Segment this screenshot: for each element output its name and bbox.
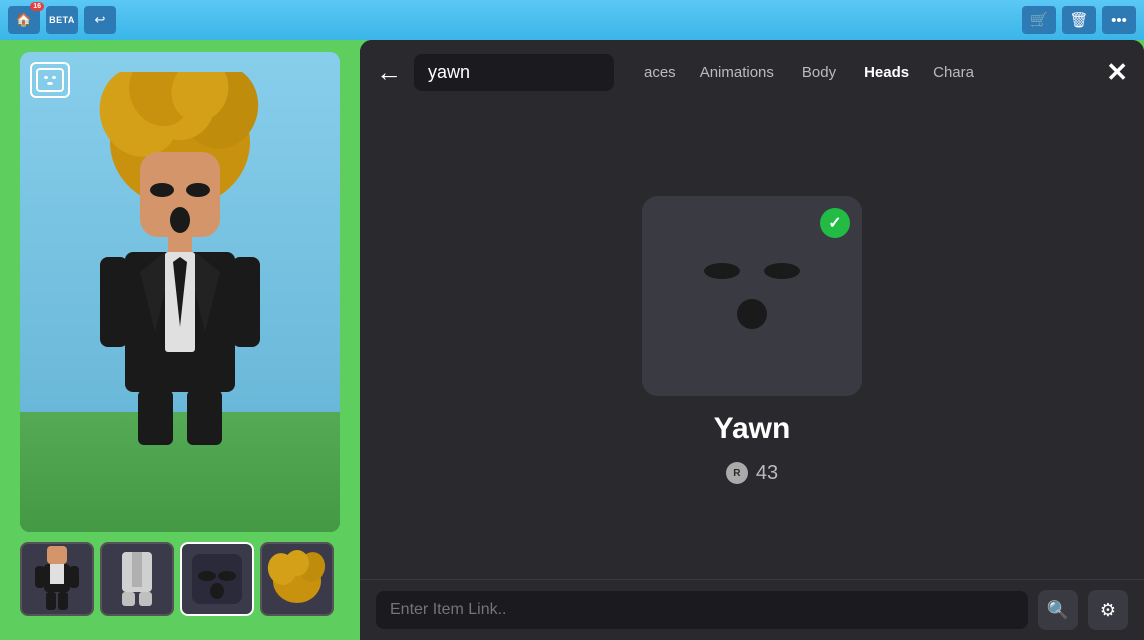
more-icon: ••• bbox=[1111, 12, 1127, 29]
face-outline-icon bbox=[36, 68, 64, 92]
cart-button[interactable]: 🛒 bbox=[1022, 6, 1056, 34]
left-panel bbox=[0, 40, 360, 640]
camera-overlay[interactable] bbox=[30, 62, 70, 98]
item-eye-left bbox=[704, 263, 740, 279]
item-display: ✓ Yawn R 43 bbox=[360, 101, 1144, 579]
price-value: 43 bbox=[756, 462, 778, 485]
top-bar: 🏠 16 BETA ↩ 🛒 🗑 ••• bbox=[0, 0, 1144, 40]
home-icon-btn[interactable]: 🏠 16 bbox=[8, 6, 40, 34]
right-panel: ← aces Animations Body Heads Chara ✕ ✓ bbox=[360, 40, 1144, 640]
tab-body[interactable]: Body bbox=[788, 56, 850, 89]
top-bar-left: 🏠 16 BETA ↩ bbox=[8, 6, 116, 34]
item-card: ✓ bbox=[642, 196, 862, 396]
settings-icon: ⚙ bbox=[1100, 600, 1116, 621]
item-link-input[interactable] bbox=[376, 591, 1028, 629]
thumb-full-char-svg bbox=[32, 544, 82, 614]
settings-button[interactable]: ⚙ bbox=[1088, 590, 1128, 630]
thumb-torso-svg bbox=[112, 544, 162, 614]
main-content: ← aces Animations Body Heads Chara ✕ ✓ bbox=[0, 40, 1144, 640]
zoom-button[interactable]: 🔍 bbox=[1038, 590, 1078, 630]
preview-eye-left bbox=[44, 76, 48, 79]
beta-label: BETA bbox=[49, 15, 75, 25]
avatar-preview bbox=[20, 52, 340, 532]
more-button[interactable]: ••• bbox=[1102, 6, 1136, 34]
thumb-hair-svg bbox=[267, 549, 327, 609]
top-bar-right: 🛒 🗑 ••• bbox=[1022, 6, 1136, 34]
tab-animations[interactable]: Animations bbox=[686, 56, 788, 89]
bottom-bar: 🔍 ⚙ bbox=[360, 579, 1144, 640]
close-button[interactable]: ✕ bbox=[1106, 57, 1128, 88]
back-history-btn[interactable]: ↩ bbox=[84, 6, 116, 34]
preview-eyes bbox=[44, 76, 56, 79]
preview-mouth bbox=[47, 82, 53, 85]
tab-faces-partial[interactable]: aces bbox=[634, 56, 686, 89]
search-input[interactable] bbox=[414, 54, 614, 91]
nav-tabs: aces Animations Body Heads Chara bbox=[634, 56, 1094, 89]
tab-characters-partial[interactable]: Chara bbox=[923, 56, 984, 89]
back-button[interactable]: ← bbox=[376, 57, 402, 88]
home-icon: 🏠 bbox=[16, 12, 32, 28]
item-face-graphic bbox=[704, 263, 800, 329]
thumbnail-face[interactable] bbox=[180, 542, 254, 616]
character-svg bbox=[80, 72, 280, 452]
back-history-icon: ↩ bbox=[95, 12, 106, 28]
preview-eye-right bbox=[52, 76, 56, 79]
thumbnail-full-char[interactable] bbox=[20, 542, 94, 616]
thumbnail-hair[interactable] bbox=[260, 542, 334, 616]
item-name: Yawn bbox=[714, 412, 791, 446]
trash-button[interactable]: 🗑 bbox=[1062, 6, 1096, 34]
trash-icon: 🗑 bbox=[1069, 11, 1088, 29]
item-price: R 43 bbox=[726, 462, 778, 485]
tab-heads[interactable]: Heads bbox=[850, 56, 923, 89]
item-mouth bbox=[737, 299, 767, 329]
thumbnail-strip bbox=[20, 542, 340, 616]
zoom-icon: 🔍 bbox=[1047, 600, 1069, 621]
item-eye-right bbox=[764, 263, 800, 279]
cart-icon: 🛒 bbox=[1030, 11, 1049, 29]
notification-badge: 16 bbox=[30, 2, 44, 11]
beta-badge-btn[interactable]: BETA bbox=[46, 6, 78, 34]
thumbnail-torso[interactable] bbox=[100, 542, 174, 616]
selected-checkmark: ✓ bbox=[820, 208, 850, 238]
search-nav-bar: ← aces Animations Body Heads Chara ✕ bbox=[360, 40, 1144, 101]
robux-icon: R bbox=[726, 462, 748, 484]
thumb-face-svg bbox=[187, 549, 247, 609]
item-eyes bbox=[704, 263, 800, 279]
